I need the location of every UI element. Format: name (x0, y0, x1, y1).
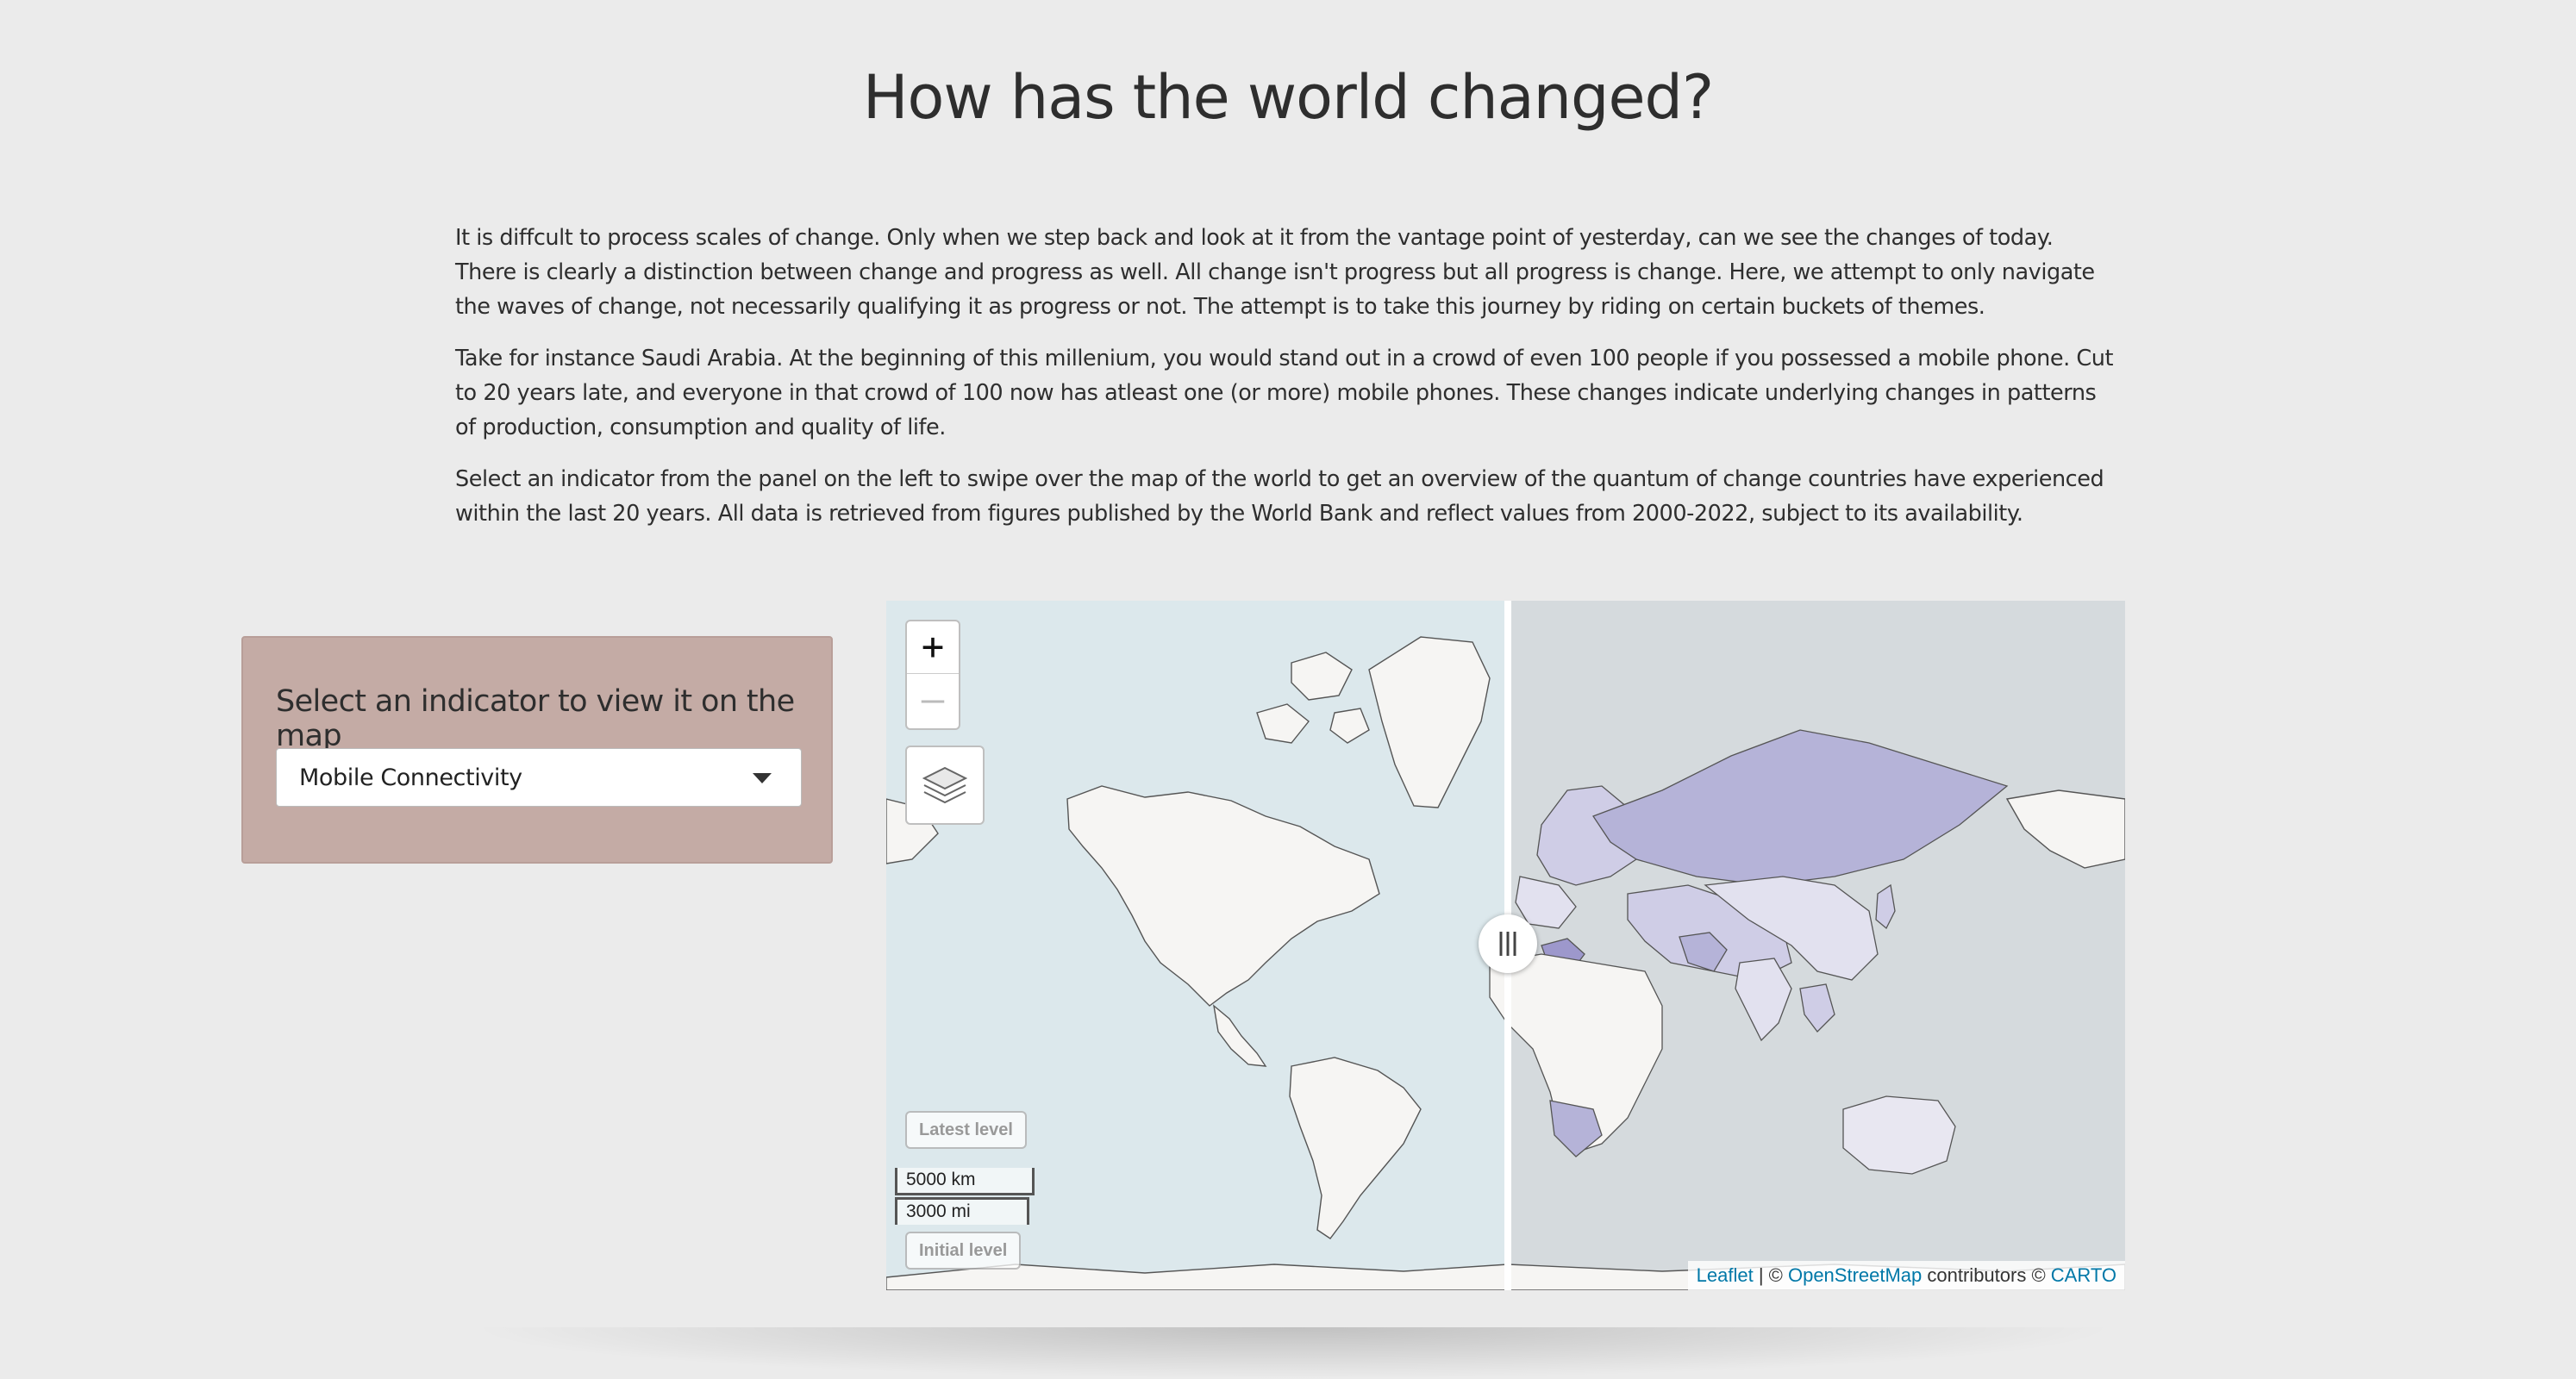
attribution-separator: | © (1753, 1264, 1788, 1286)
swipe-handle[interactable] (1479, 914, 1537, 973)
intro-text: It is diffcult to process scales of chan… (455, 221, 2119, 548)
intro-paragraph-3: Select an indicator from the panel on th… (455, 466, 2104, 527)
page-title: How has the world changed? (862, 62, 1714, 133)
openstreetmap-link[interactable]: OpenStreetMap (1788, 1264, 1922, 1286)
indicator-select[interactable]: Mobile Connectivity (276, 748, 802, 807)
indicator-panel: Select an indicator to view it on the ma… (241, 636, 833, 864)
footer-shadow (466, 1327, 2121, 1379)
intro-paragraph-2: Take for instance Saudi Arabia. At the b… (455, 346, 2113, 440)
latest-level-button[interactable]: Latest level (905, 1111, 1027, 1149)
grip-icon (1499, 932, 1516, 956)
scale-bar-km: 5000 km (895, 1168, 1035, 1195)
indicator-select-value: Mobile Connectivity (299, 764, 522, 791)
initial-level-button[interactable]: Initial level (905, 1232, 1022, 1270)
zoom-out-button[interactable]: — (907, 675, 959, 727)
carto-link[interactable]: CARTO (2051, 1264, 2116, 1286)
zoom-control: + — (905, 620, 960, 730)
zoom-in-button[interactable]: + (907, 621, 959, 674)
map-attribution: Leaflet | © OpenStreetMap contributors ©… (1687, 1261, 2125, 1290)
leaflet-link[interactable]: Leaflet (1697, 1264, 1754, 1286)
layers-icon (922, 766, 968, 804)
caret-down-icon (753, 773, 772, 783)
panel-heading: Select an indicator to view it on the ma… (276, 684, 795, 753)
layers-button[interactable] (905, 746, 985, 825)
swipe-map[interactable]: + — Latest level 5000 km 3000 mi Initial… (886, 601, 2125, 1290)
attribution-contributors: contributors © (1922, 1264, 2051, 1286)
intro-paragraph-1: It is diffcult to process scales of chan… (455, 225, 2095, 320)
scale-bar-mi: 3000 mi (895, 1197, 1029, 1225)
